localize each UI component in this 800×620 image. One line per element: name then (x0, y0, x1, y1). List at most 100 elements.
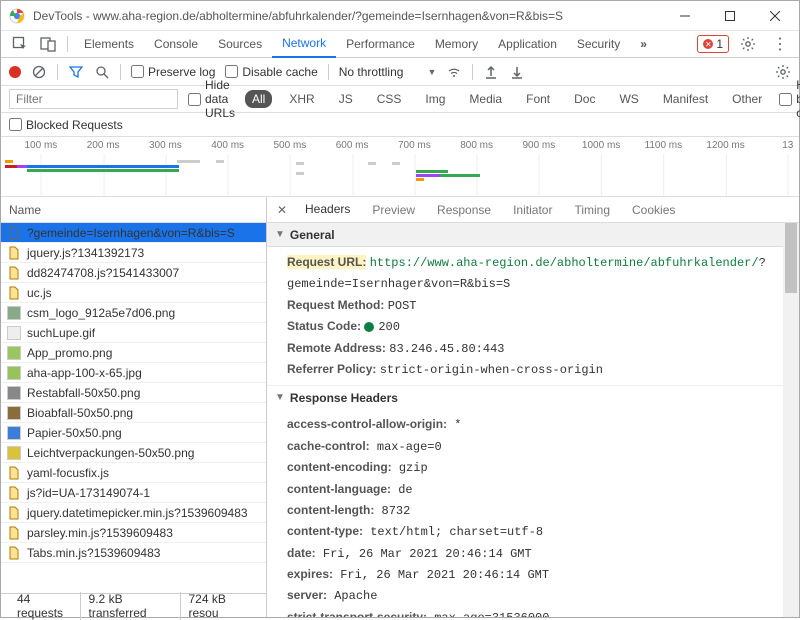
request-row[interactable]: Restabfall-50x50.png (1, 383, 266, 403)
filter-img[interactable]: Img (418, 90, 452, 108)
header-value: max-age=31536000 (427, 611, 549, 617)
tab-cookies[interactable]: Cookies (622, 197, 685, 223)
header-key: content-length: (287, 503, 374, 517)
preserve-log-checkbox[interactable]: Preserve log (131, 65, 215, 79)
download-icon[interactable] (509, 64, 525, 80)
filter-manifest[interactable]: Manifest (656, 90, 715, 108)
maximize-button[interactable] (707, 1, 752, 30)
header-value: de (391, 483, 413, 497)
filter-icon[interactable] (68, 64, 84, 80)
tab-response[interactable]: Response (427, 197, 501, 223)
timeline-tick: 900 ms (522, 140, 555, 151)
window-title: DevTools - www.aha-region.de/abholtermin… (33, 9, 662, 23)
filter-ws[interactable]: WS (612, 90, 645, 108)
request-row[interactable]: yaml-focusfix.js (1, 463, 266, 483)
network-timeline[interactable]: 100 ms200 ms300 ms400 ms500 ms600 ms700 … (1, 137, 799, 197)
inspect-element-icon[interactable] (7, 32, 33, 56)
request-row[interactable]: Bioabfall-50x50.png (1, 403, 266, 423)
tab-sources[interactable]: Sources (208, 31, 272, 58)
throttling-select[interactable]: No throttling▼ (339, 65, 437, 79)
status-code-value: 200 (378, 320, 400, 334)
more-menu-icon[interactable]: ⋮ (767, 32, 793, 56)
tab-initiator[interactable]: Initiator (503, 197, 562, 223)
disclosure-triangle-icon: ▼ (275, 392, 285, 403)
filter-other[interactable]: Other (725, 90, 769, 108)
error-count: 1 (716, 37, 723, 51)
request-name: Papier-50x50.png (27, 426, 122, 440)
close-button[interactable] (752, 1, 797, 30)
filter-media[interactable]: Media (462, 90, 509, 108)
filter-css[interactable]: CSS (370, 90, 409, 108)
request-row[interactable]: uc.js (1, 283, 266, 303)
filter-all[interactable]: All (245, 90, 272, 108)
request-row[interactable]: Papier-50x50.png (1, 423, 266, 443)
request-list[interactable]: ?gemeinde=Isernhagen&von=R&bis=Sjquery.j… (1, 223, 266, 593)
js-file-icon (7, 506, 21, 520)
header-value: Fri, 26 Mar 2021 20:46:14 GMT (333, 568, 549, 582)
filter-xhr[interactable]: XHR (282, 90, 321, 108)
request-row[interactable]: App_promo.png (1, 343, 266, 363)
tab-headers[interactable]: Headers (295, 197, 360, 223)
header-key: content-encoding: (287, 460, 392, 474)
filter-font[interactable]: Font (519, 90, 557, 108)
detail-scrollbar[interactable] (783, 223, 799, 617)
request-name: js?id=UA-173149074-1 (27, 486, 150, 500)
general-section-header[interactable]: ▼General (267, 223, 799, 247)
referrer-policy-value: strict-origin-when-cross-origin (380, 363, 603, 377)
header-value: 8732 (374, 504, 410, 518)
request-row[interactable]: dd82474708.js?1541433007 (1, 263, 266, 283)
blocked-requests-checkbox[interactable]: Blocked Requests (9, 118, 123, 132)
request-row[interactable]: js?id=UA-173149074-1 (1, 483, 266, 503)
detail-tabs: ✕ Headers Preview Response Initiator Tim… (267, 197, 799, 223)
request-name: csm_logo_912a5e7d06.png (27, 306, 175, 320)
request-row[interactable]: jquery.js?1341392173 (1, 243, 266, 263)
timeline-tick: 300 ms (149, 140, 182, 151)
response-headers-section-header[interactable]: ▼Response Headers (267, 385, 799, 409)
img-file-icon (7, 326, 21, 340)
request-row[interactable]: csm_logo_912a5e7d06.png (1, 303, 266, 323)
upload-icon[interactable] (483, 64, 499, 80)
request-row[interactable]: Leichtverpackungen-50x50.png (1, 443, 266, 463)
tab-elements[interactable]: Elements (74, 31, 144, 58)
filter-js[interactable]: JS (332, 90, 360, 108)
tab-network[interactable]: Network (272, 31, 336, 58)
clear-button[interactable] (31, 64, 47, 80)
tab-performance[interactable]: Performance (336, 31, 425, 58)
disable-cache-checkbox[interactable]: Disable cache (225, 65, 317, 79)
request-row[interactable]: parsley.min.js?1539609483 (1, 523, 266, 543)
wifi-icon[interactable] (446, 64, 462, 80)
timeline-tick: 700 ms (398, 140, 431, 151)
settings-gear-icon[interactable] (735, 32, 761, 56)
filter-input[interactable] (9, 89, 178, 109)
minimize-button[interactable] (662, 1, 707, 30)
tab-security[interactable]: Security (567, 31, 630, 58)
request-row[interactable]: aha-app-100-x-65.jpg (1, 363, 266, 383)
tab-timing[interactable]: Timing (564, 197, 620, 223)
js-file-icon (7, 466, 21, 480)
request-name: Leichtverpackungen-50x50.png (27, 446, 194, 460)
network-toolbar: Preserve log Disable cache No throttling… (1, 58, 799, 86)
response-header-row: server: Apache (287, 585, 789, 606)
request-name: App_promo.png (27, 346, 112, 360)
tab-application[interactable]: Application (488, 31, 567, 58)
record-button[interactable] (9, 66, 21, 78)
filter-doc[interactable]: Doc (567, 90, 602, 108)
header-value: * (447, 418, 461, 432)
name-column-header[interactable]: Name (1, 197, 266, 223)
tab-memory[interactable]: Memory (425, 31, 488, 58)
search-icon[interactable] (94, 64, 110, 80)
error-badge[interactable]: ✕1 (697, 35, 729, 53)
timeline-tick: 1100 ms (645, 140, 683, 151)
device-toggle-icon[interactable] (35, 32, 61, 56)
request-row[interactable]: suchLupe.gif (1, 323, 266, 343)
request-row[interactable]: Tabs.min.js?1539609483 (1, 543, 266, 563)
request-url-link: https://www.aha-region.de/abholtermine/a… (370, 256, 759, 270)
header-value: text/html; charset=utf-8 (363, 525, 543, 539)
js-file-icon (7, 526, 21, 540)
more-tabs[interactable]: » (630, 31, 657, 58)
tab-preview[interactable]: Preview (362, 197, 425, 223)
request-row[interactable]: ?gemeinde=Isernhagen&von=R&bis=S (1, 223, 266, 243)
request-row[interactable]: jquery.datetimepicker.min.js?1539609483 (1, 503, 266, 523)
close-detail-icon[interactable]: ✕ (271, 203, 293, 217)
tab-console[interactable]: Console (144, 31, 208, 58)
